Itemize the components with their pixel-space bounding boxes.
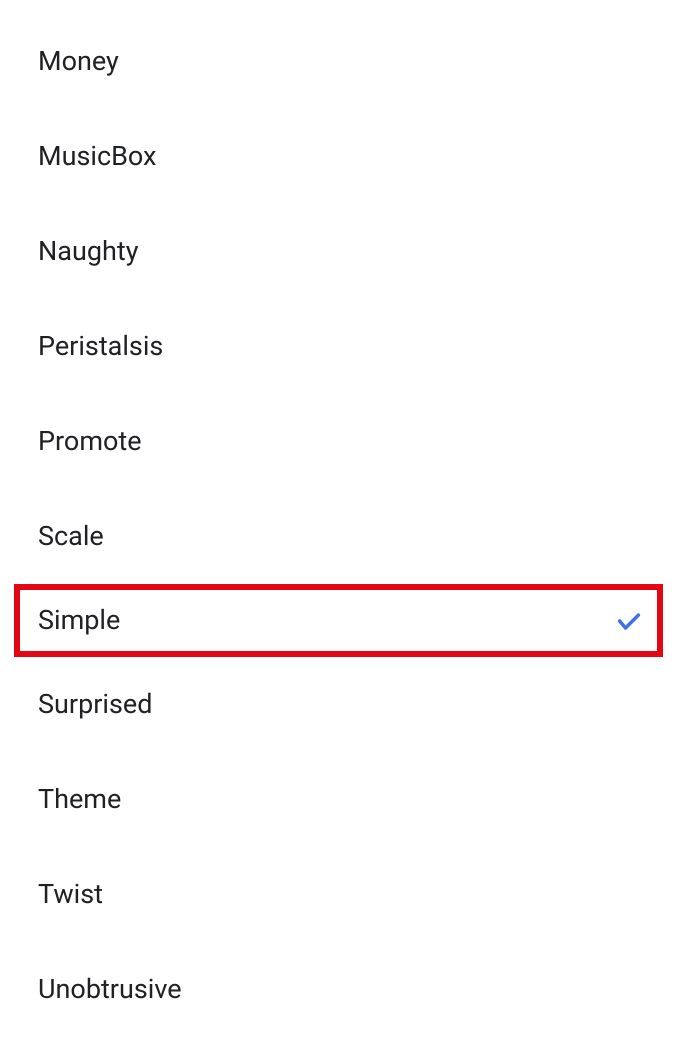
list-item[interactable]: Scale <box>0 489 677 584</box>
list-item[interactable]: Money <box>0 14 677 109</box>
list-item[interactable]: Peristalsis <box>0 299 677 394</box>
options-list: Money MusicBox Naughty Peristalsis Promo… <box>0 0 677 1037</box>
check-icon <box>615 607 643 635</box>
list-item-label: Twist <box>38 881 103 908</box>
list-item-label: Peristalsis <box>38 333 163 360</box>
list-item-label: Naughty <box>38 238 138 265</box>
list-item-label: Simple <box>38 607 120 634</box>
list-item-label: Unobtrusive <box>38 976 182 1003</box>
list-item[interactable]: Naughty <box>0 204 677 299</box>
list-item-label: Scale <box>38 523 104 550</box>
list-item-label: Theme <box>38 786 121 813</box>
list-item-label: Promote <box>38 428 142 455</box>
list-item-label: Money <box>38 48 119 75</box>
list-item[interactable]: Unobtrusive <box>0 942 677 1037</box>
list-item[interactable]: Twist <box>0 847 677 942</box>
list-item[interactable]: Surprised <box>0 657 677 752</box>
list-item[interactable]: MusicBox <box>0 109 677 204</box>
list-item[interactable]: Theme <box>0 752 677 847</box>
list-item[interactable]: Promote <box>0 394 677 489</box>
list-item-label: Surprised <box>38 691 152 718</box>
list-item-label: MusicBox <box>38 143 156 170</box>
list-item-selected[interactable]: Simple <box>14 584 663 657</box>
